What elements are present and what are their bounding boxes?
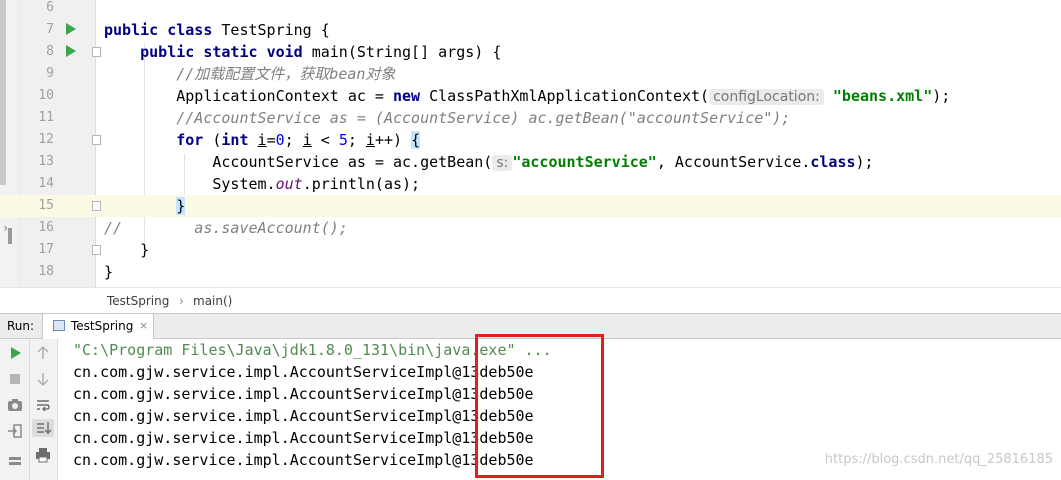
code-line[interactable]: 6	[0, 0, 1061, 19]
code-line[interactable]: 12 for (int i=0; i < 5; i++) {	[0, 129, 1061, 151]
code-text: public static void main(String[] args) {	[140, 43, 502, 61]
fold-icon[interactable]	[92, 135, 101, 145]
stop-icon[interactable]	[6, 370, 24, 388]
breadcrumb-class[interactable]: TestSpring	[107, 288, 169, 314]
run-gutter-icon[interactable]	[66, 23, 76, 35]
console-line: cn.com.gjw.service.impl.AccountServiceIm…	[73, 385, 534, 403]
code-line[interactable]: 11 //AccountService as = (AccountService…	[0, 107, 1061, 129]
run-toolbar-secondary	[30, 339, 58, 480]
line-number: 10	[38, 88, 54, 103]
matched-brace: {	[411, 131, 421, 149]
print-icon[interactable]	[34, 446, 52, 464]
layout-icon[interactable]	[6, 453, 24, 471]
code-line[interactable]: 8 public static void main(String[] args)…	[0, 41, 1061, 63]
code-line[interactable]: 15 }	[0, 195, 1061, 217]
console-line: cn.com.gjw.service.impl.AccountServiceIm…	[73, 407, 534, 425]
close-icon[interactable]: ×	[139, 314, 148, 338]
camera-icon[interactable]	[6, 396, 24, 414]
line-number: 7	[46, 22, 54, 37]
line-number: 8	[46, 44, 54, 59]
soft-wrap-icon[interactable]	[34, 396, 52, 414]
run-icon[interactable]	[6, 344, 24, 362]
tab-label: TestSpring	[71, 319, 134, 333]
line-number: 9	[46, 66, 54, 81]
highlight-annotation-box	[475, 334, 604, 478]
tab-testspring[interactable]: TestSpring ×	[42, 314, 154, 339]
chevron-right-icon: ›	[2, 221, 10, 235]
line-number: 16	[38, 220, 54, 235]
code-line[interactable]: 10 ApplicationContext ac = new ClassPath…	[0, 85, 1061, 107]
run-toolbar-primary	[0, 339, 30, 480]
up-arrow-icon[interactable]	[34, 344, 52, 362]
code-line[interactable]: 7 public class TestSpring {	[0, 19, 1061, 41]
code-line[interactable]: 13 AccountService as = ac.getBean(s: "acc…	[0, 151, 1061, 173]
code-editor[interactable]: 6 7 public class TestSpring { 8 public stat…	[0, 0, 1061, 287]
code-line[interactable]: 14 System.out.println(as);	[0, 173, 1061, 195]
console-line: cn.com.gjw.service.impl.AccountServiceIm…	[73, 429, 534, 447]
line-number: 14	[38, 176, 54, 191]
code-text: public class TestSpring {	[104, 21, 330, 39]
code-text: System.out.println(as);	[104, 175, 421, 193]
line-number: 18	[38, 264, 54, 279]
line-number: 17	[38, 242, 54, 257]
console-tab-icon	[53, 320, 65, 331]
down-arrow-icon[interactable]	[34, 370, 52, 388]
code-text: }	[104, 241, 150, 259]
code-line[interactable]: 18}	[0, 261, 1061, 283]
watermark: https://blog.csdn.net/qq_25816185	[824, 452, 1053, 467]
breadcrumb-method[interactable]: main()	[193, 288, 232, 314]
line-number: 13	[38, 154, 54, 169]
code-text: ApplicationContext ac = new ClassPathXml…	[104, 87, 951, 105]
code-text: }	[104, 263, 114, 281]
scroll-to-end-icon[interactable]	[32, 419, 54, 437]
line-number: 6	[46, 0, 54, 15]
console-line: cn.com.gjw.service.impl.AccountServiceIm…	[73, 363, 534, 381]
login-icon[interactable]	[6, 422, 24, 440]
fold-icon[interactable]	[92, 245, 101, 255]
line-number: 15	[38, 198, 54, 213]
code-text: // as.saveAccount();	[104, 219, 348, 237]
fold-icon[interactable]	[92, 201, 101, 211]
fold-icon[interactable]	[92, 47, 101, 57]
run-label: Run:	[7, 319, 35, 333]
code-text: AccountService as = ac.getBean(s: "accoun…	[104, 153, 874, 171]
parameter-hint: configLocation:	[709, 89, 824, 105]
line-number: 11	[38, 110, 54, 125]
breadcrumb-separator: ›	[179, 294, 184, 308]
line-number: 12	[38, 132, 54, 147]
console-line: cn.com.gjw.service.impl.AccountServiceIm…	[73, 451, 534, 469]
code-text: for (int i=0; i < 5; i++) {	[176, 131, 421, 149]
code-text: //AccountService as = (AccountService) a…	[176, 109, 791, 127]
code-line[interactable]: 16 › // as.saveAccount();	[0, 217, 1061, 239]
code-text: //加载配置文件，获取bean对象	[176, 65, 396, 83]
breadcrumb: TestSpring › main()	[0, 287, 1061, 313]
parameter-hint: s:	[492, 155, 513, 171]
code-text: }	[104, 195, 186, 217]
matched-brace: }	[176, 197, 186, 215]
code-line[interactable]: 17 }	[0, 239, 1061, 261]
code-line[interactable]: 9 //加载配置文件，获取bean对象	[0, 63, 1061, 85]
run-gutter-icon[interactable]	[66, 45, 76, 57]
